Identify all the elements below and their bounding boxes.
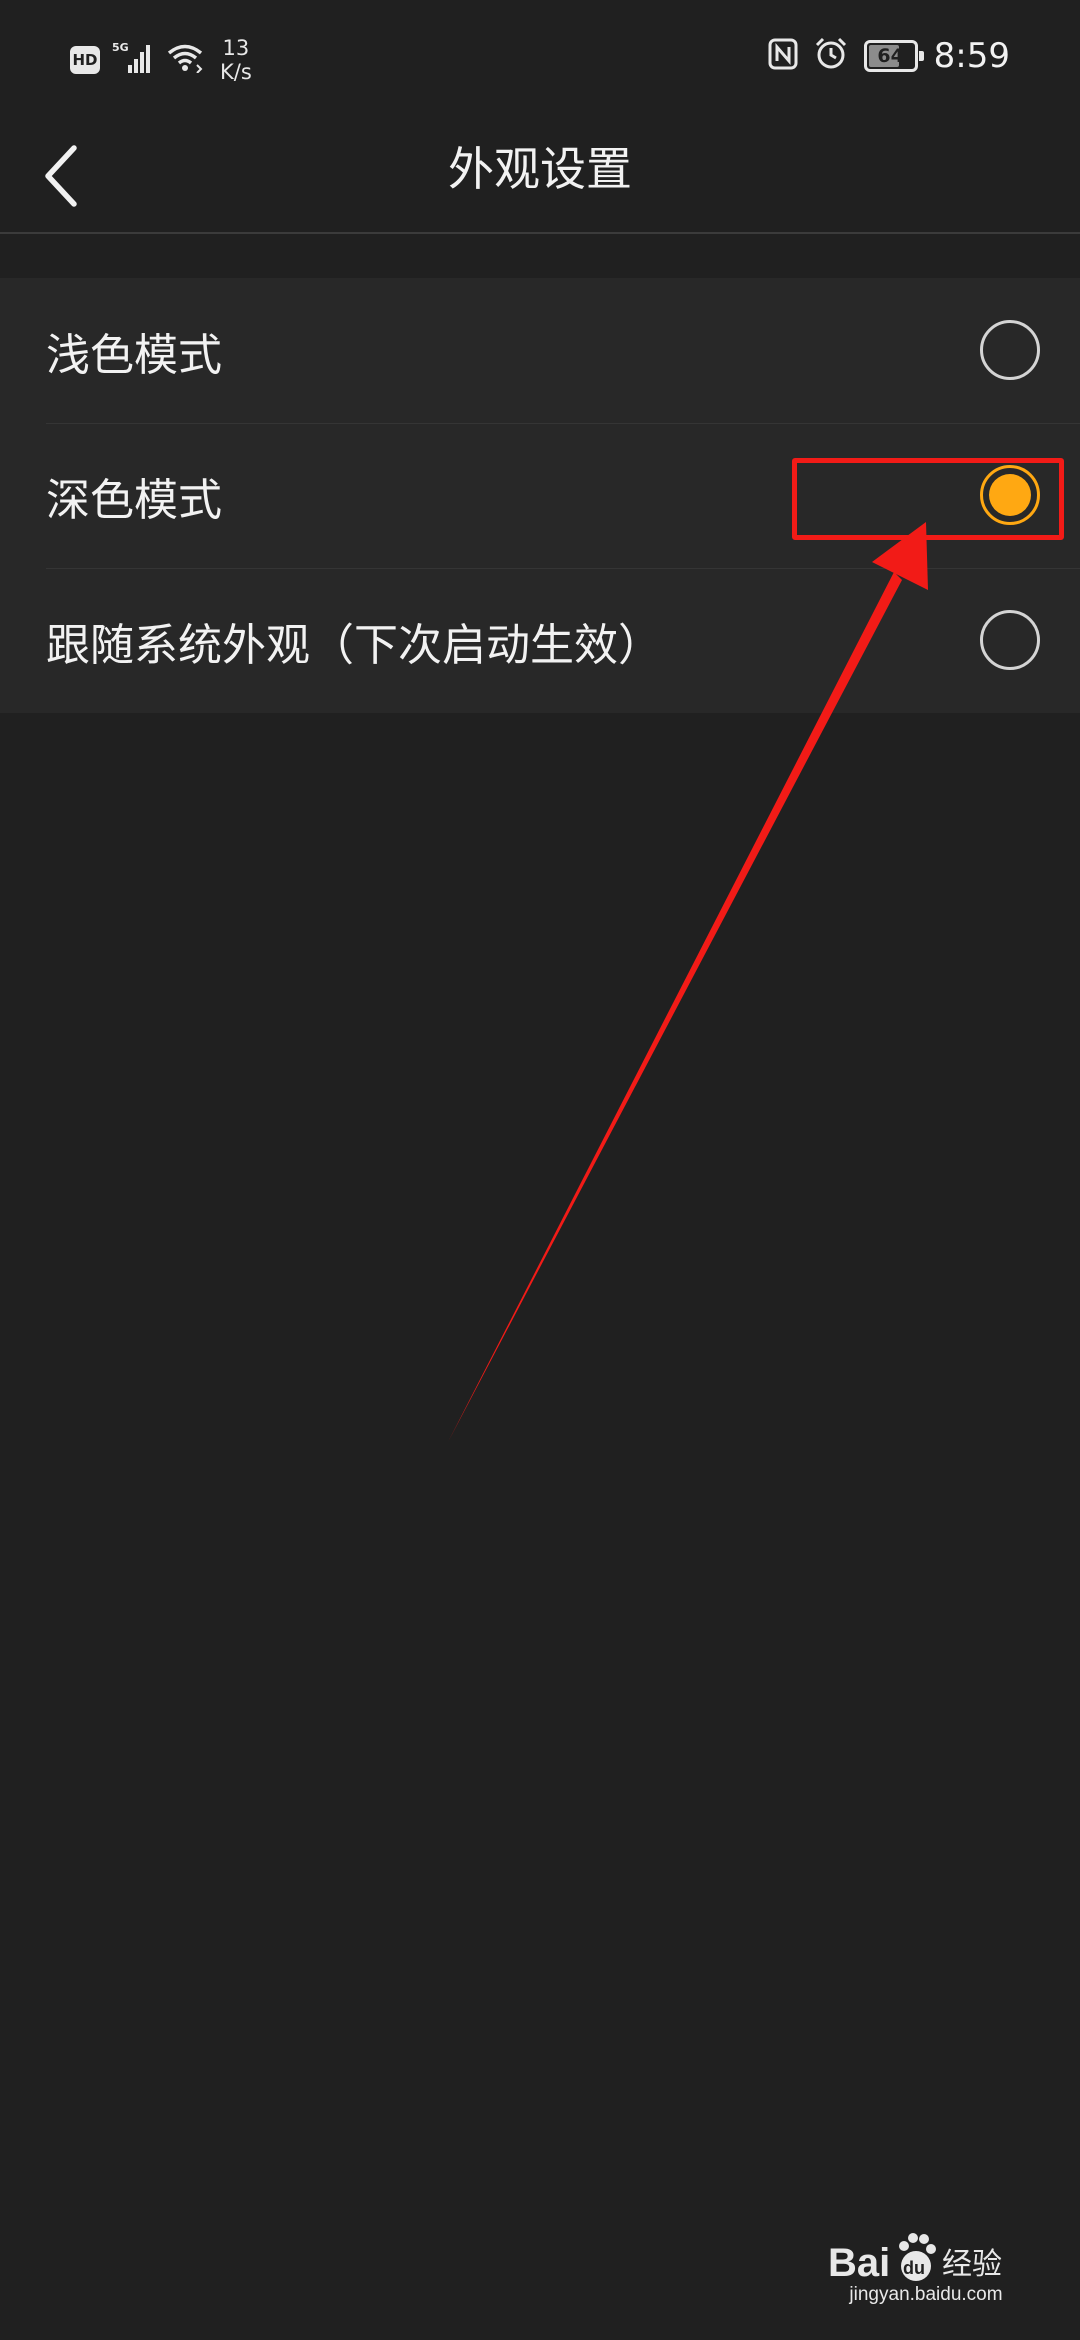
radio-button-follow-system[interactable] xyxy=(980,610,1040,670)
status-bar: HD 5G 13 K/s 64 8:59 xyxy=(0,0,1080,120)
network-speed: 13 K/s xyxy=(220,36,252,84)
alarm-icon xyxy=(814,37,848,75)
svg-text:经验: 经验 xyxy=(942,2247,1002,2282)
option-light-mode[interactable]: 浅色模式 xyxy=(0,278,1080,423)
hd-icon: HD xyxy=(70,46,100,74)
annotation-highlight-box xyxy=(792,458,1064,540)
network-speed-unit: K/s xyxy=(220,60,252,84)
nfc-icon xyxy=(768,38,798,74)
status-bar-left: HD 5G 13 K/s xyxy=(70,36,252,84)
status-time: 8:59 xyxy=(933,36,1010,76)
network-speed-value: 13 xyxy=(222,36,250,60)
svg-text:Bai: Bai xyxy=(828,2241,890,2285)
app-header: 外观设置 xyxy=(0,120,1080,232)
signal-icon: 5G xyxy=(112,41,152,79)
header-divider xyxy=(0,232,1080,234)
watermark-url: jingyan.baidu.com xyxy=(849,2284,1003,2305)
page-title: 外观设置 xyxy=(448,142,632,196)
option-follow-system[interactable]: 跟随系统外观（下次启动生效） xyxy=(0,568,1080,713)
option-label: 浅色模式 xyxy=(46,329,222,381)
wifi-icon xyxy=(166,43,204,77)
battery-icon: 64 xyxy=(863,40,924,72)
radio-button-light-mode[interactable] xyxy=(980,320,1040,380)
appearance-settings-screen: HD 5G 13 K/s 64 8:59 外观设置 浅色模式 深色模式 跟随系统… xyxy=(0,0,1080,2340)
baidu-jingyan-watermark: Bai du 经验 jingyan.baidu.com xyxy=(826,2228,1026,2308)
svg-text:du: du xyxy=(903,2258,925,2278)
baidu-logo-icon: Bai du 经验 xyxy=(828,2233,1002,2285)
status-bar-right: 64 8:59 xyxy=(768,36,1010,76)
option-label: 跟随系统外观（下次启动生效） xyxy=(46,619,662,671)
battery-percent: 64 xyxy=(877,45,904,67)
network-type-label: 5G xyxy=(112,41,129,54)
option-label: 深色模式 xyxy=(46,474,222,526)
